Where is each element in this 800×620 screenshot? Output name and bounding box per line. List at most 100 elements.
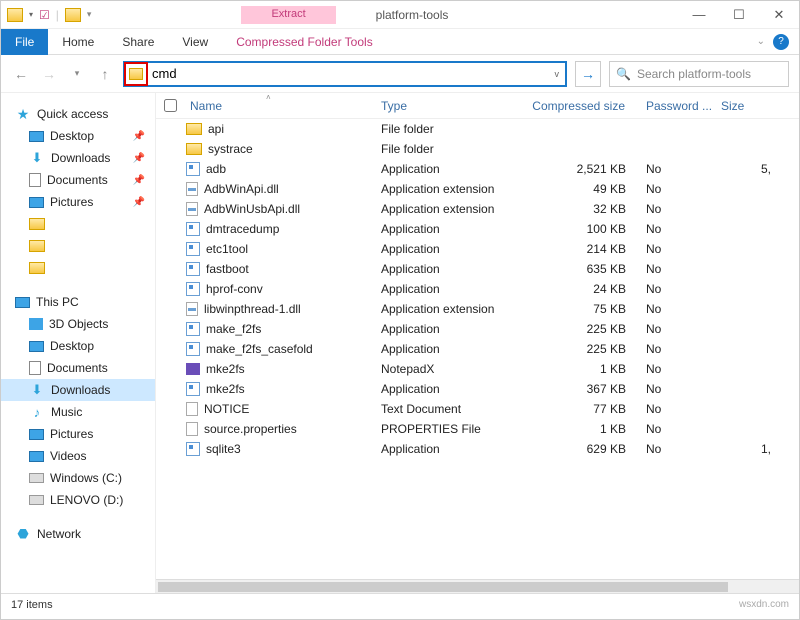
select-all-checkbox[interactable]: [164, 99, 177, 112]
tab-share[interactable]: Share: [108, 29, 168, 55]
file-row[interactable]: dmtracedump Application 100 KB No: [156, 219, 799, 239]
file-password: No: [646, 222, 721, 236]
tab-file[interactable]: File: [1, 29, 48, 55]
file-password: No: [646, 382, 721, 396]
sidebar-desktop[interactable]: Desktop📌: [1, 125, 155, 147]
file-name: systrace: [208, 142, 253, 156]
dll-icon: [186, 182, 198, 196]
file-row[interactable]: AdbWinApi.dll Application extension 49 K…: [156, 179, 799, 199]
sidebar-desktop-2[interactable]: Desktop: [1, 335, 155, 357]
sidebar-quick-access[interactable]: ★Quick access: [1, 103, 155, 125]
tab-view[interactable]: View: [168, 29, 222, 55]
horizontal-scrollbar[interactable]: [156, 579, 799, 593]
file-row[interactable]: fastboot Application 635 KB No: [156, 259, 799, 279]
sort-asc-icon: ˄: [266, 93, 271, 102]
file-row[interactable]: make_f2fs_casefold Application 225 KB No: [156, 339, 799, 359]
column-password[interactable]: Password ...: [646, 99, 721, 113]
scrollbar-thumb[interactable]: [158, 582, 728, 592]
file-password: No: [646, 362, 721, 376]
status-bar: 17 items wsxdn.com: [1, 593, 799, 615]
download-icon: ⬇: [29, 383, 45, 397]
sidebar-drive-d[interactable]: LENOVO (D:): [1, 489, 155, 511]
file-row[interactable]: libwinpthread-1.dll Application extensio…: [156, 299, 799, 319]
go-button[interactable]: →: [575, 61, 601, 87]
close-button[interactable]: ✕: [759, 1, 799, 29]
file-name: AdbWinUsbApi.dll: [204, 202, 300, 216]
file-row[interactable]: AdbWinUsbApi.dll Application extension 3…: [156, 199, 799, 219]
sidebar-documents[interactable]: Documents📌: [1, 169, 155, 191]
file-compressed-size: 100 KB: [531, 222, 646, 236]
up-button[interactable]: ↑: [95, 64, 115, 84]
back-button[interactable]: ←: [11, 64, 31, 84]
file-password: No: [646, 322, 721, 336]
pc-icon: [15, 297, 30, 308]
sidebar-network[interactable]: ⬣Network: [1, 523, 155, 545]
address-bar[interactable]: v: [123, 61, 567, 87]
ribbon-collapse-icon[interactable]: ⌄: [757, 36, 765, 47]
sidebar-drive-c[interactable]: Windows (C:): [1, 467, 155, 489]
file-row[interactable]: api File folder: [156, 119, 799, 139]
file-row[interactable]: adb Application 2,521 KB No 5,: [156, 159, 799, 179]
file-type: Application extension: [381, 202, 531, 216]
file-name: make_f2fs_casefold: [206, 342, 313, 356]
file-compressed-size: 75 KB: [531, 302, 646, 316]
column-compressed-size[interactable]: Compressed size: [531, 99, 646, 113]
file-password: No: [646, 202, 721, 216]
app-icon: [186, 342, 200, 356]
file-row[interactable]: make_f2fs Application 225 KB No: [156, 319, 799, 339]
address-dropdown-icon[interactable]: v: [555, 69, 560, 79]
file-name: hprof-conv: [206, 282, 263, 296]
qat-dropdown-icon[interactable]: ▾: [29, 10, 33, 19]
sidebar-this-pc[interactable]: This PC: [1, 291, 155, 313]
column-name[interactable]: Name˄: [186, 99, 381, 113]
file-type: Application extension: [381, 182, 531, 196]
tab-home[interactable]: Home: [48, 29, 108, 55]
file-row[interactable]: sqlite3 Application 629 KB No 1,: [156, 439, 799, 459]
pin-icon: 📌: [133, 153, 145, 164]
search-box[interactable]: 🔍 Search platform-tools: [609, 61, 789, 87]
file-list: Name˄ Type Compressed size Password ... …: [156, 93, 799, 593]
file-compressed-size: 24 KB: [531, 282, 646, 296]
file-password: No: [646, 422, 721, 436]
sidebar-pictures[interactable]: Pictures📌: [1, 191, 155, 213]
column-type[interactable]: Type: [381, 99, 531, 113]
sidebar-videos[interactable]: Videos: [1, 445, 155, 467]
forward-button[interactable]: →: [39, 64, 59, 84]
sidebar-3d-objects[interactable]: 3D Objects: [1, 313, 155, 335]
file-type: Application: [381, 382, 531, 396]
file-type: Application: [381, 162, 531, 176]
drive-icon: [29, 473, 44, 483]
file-row[interactable]: systrace File folder: [156, 139, 799, 159]
sidebar-downloads[interactable]: ⬇Downloads📌: [1, 147, 155, 169]
sidebar-music[interactable]: ♪Music: [1, 401, 155, 423]
file-row[interactable]: hprof-conv Application 24 KB No: [156, 279, 799, 299]
sidebar-folder-2[interactable]: [1, 235, 155, 257]
tab-compressed-tools[interactable]: Compressed Folder Tools: [222, 29, 387, 55]
note-icon: [186, 363, 200, 375]
checkbox-icon[interactable]: ☑: [39, 8, 50, 22]
file-row[interactable]: source.properties PROPERTIES File 1 KB N…: [156, 419, 799, 439]
sidebar-folder-3[interactable]: [1, 257, 155, 279]
file-name: mke2fs: [206, 382, 245, 396]
file-password: No: [646, 402, 721, 416]
qat-overflow-icon[interactable]: ▾: [87, 9, 92, 20]
help-button[interactable]: ?: [773, 34, 789, 50]
file-compressed-size: 635 KB: [531, 262, 646, 276]
quick-access-toolbar: ▾ ☑ | ▾: [1, 8, 91, 22]
maximize-button[interactable]: ☐: [719, 1, 759, 29]
column-size[interactable]: Size: [721, 99, 771, 113]
recent-dropdown-icon[interactable]: ▾: [67, 64, 87, 84]
file-row[interactable]: mke2fs NotepadX 1 KB No: [156, 359, 799, 379]
sidebar-folder-1[interactable]: [1, 213, 155, 235]
network-icon: ⬣: [15, 527, 31, 541]
sidebar-documents-2[interactable]: Documents: [1, 357, 155, 379]
file-row[interactable]: mke2fs Application 367 KB No: [156, 379, 799, 399]
pin-icon: 📌: [133, 197, 145, 208]
file-row[interactable]: NOTICE Text Document 77 KB No: [156, 399, 799, 419]
minimize-button[interactable]: —: [679, 1, 719, 29]
file-password: No: [646, 302, 721, 316]
sidebar-downloads-2[interactable]: ⬇Downloads: [1, 379, 155, 401]
file-row[interactable]: etc1tool Application 214 KB No: [156, 239, 799, 259]
sidebar-pictures-2[interactable]: Pictures: [1, 423, 155, 445]
address-input[interactable]: [148, 63, 565, 85]
